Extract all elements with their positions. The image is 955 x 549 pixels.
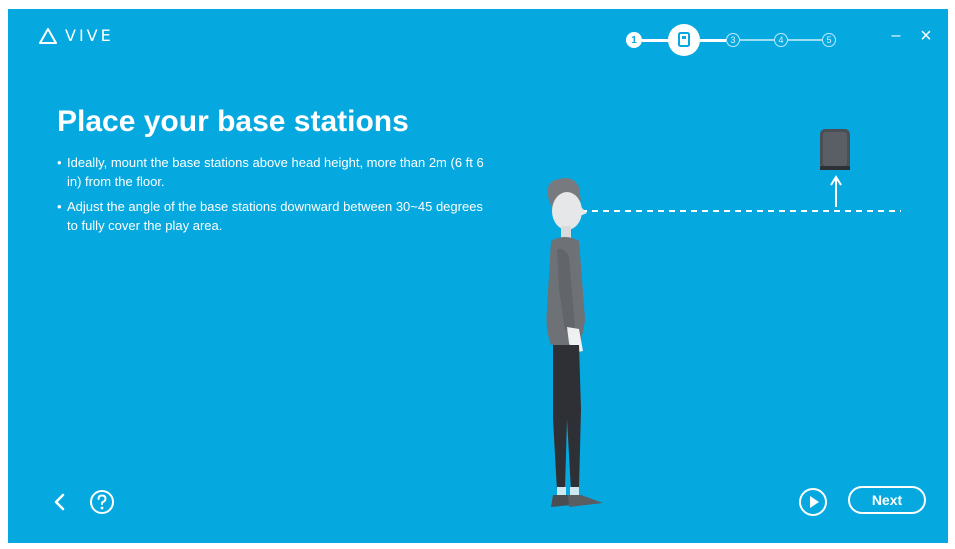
step-label: 5 [826,35,832,45]
person-figure [546,178,603,507]
setup-progress: 1 2 3 4 5 [620,23,840,57]
close-button[interactable]: × [916,26,936,46]
step-4-indicator: 4 [774,33,788,47]
play-tutorial-button[interactable] [798,487,828,517]
minimize-button[interactable]: – [886,26,906,46]
page-title: Place your base stations [57,105,409,138]
step-5-indicator: 5 [822,33,836,47]
step-label: 3 [730,35,736,45]
device-icon [678,32,690,47]
next-button[interactable]: Next [848,486,926,514]
progress-connector [740,39,774,41]
instruction-list: Ideally, mount the base stations above h… [57,153,487,241]
instruction-item: Adjust the angle of the base stations do… [57,197,487,235]
progress-connector [788,39,822,41]
vive-logo: VIVE [39,28,114,44]
instruction-item: Ideally, mount the base stations above h… [57,153,487,191]
vive-triangle-icon [39,28,57,44]
brand-name: VIVE [65,26,114,45]
setup-window: VIVE 1 2 3 4 5 [8,9,948,543]
step-label: 1 [631,34,637,46]
play-circle-icon [799,488,827,516]
chevron-left-icon [54,493,65,511]
base-station-illustration [546,129,901,507]
step-1-indicator: 1 [626,32,642,48]
back-button[interactable] [50,492,70,512]
top-bar: VIVE 1 2 3 4 5 [8,9,948,69]
progress-connector [642,39,670,42]
help-button[interactable] [89,489,115,515]
step-2-indicator: 2 [668,24,700,56]
step-3-indicator: 3 [726,33,740,47]
up-arrow-icon [830,175,842,207]
base-station-device [820,129,850,170]
progress-connector [700,39,726,42]
step-label: 4 [778,35,784,45]
help-circle-icon [90,490,114,514]
